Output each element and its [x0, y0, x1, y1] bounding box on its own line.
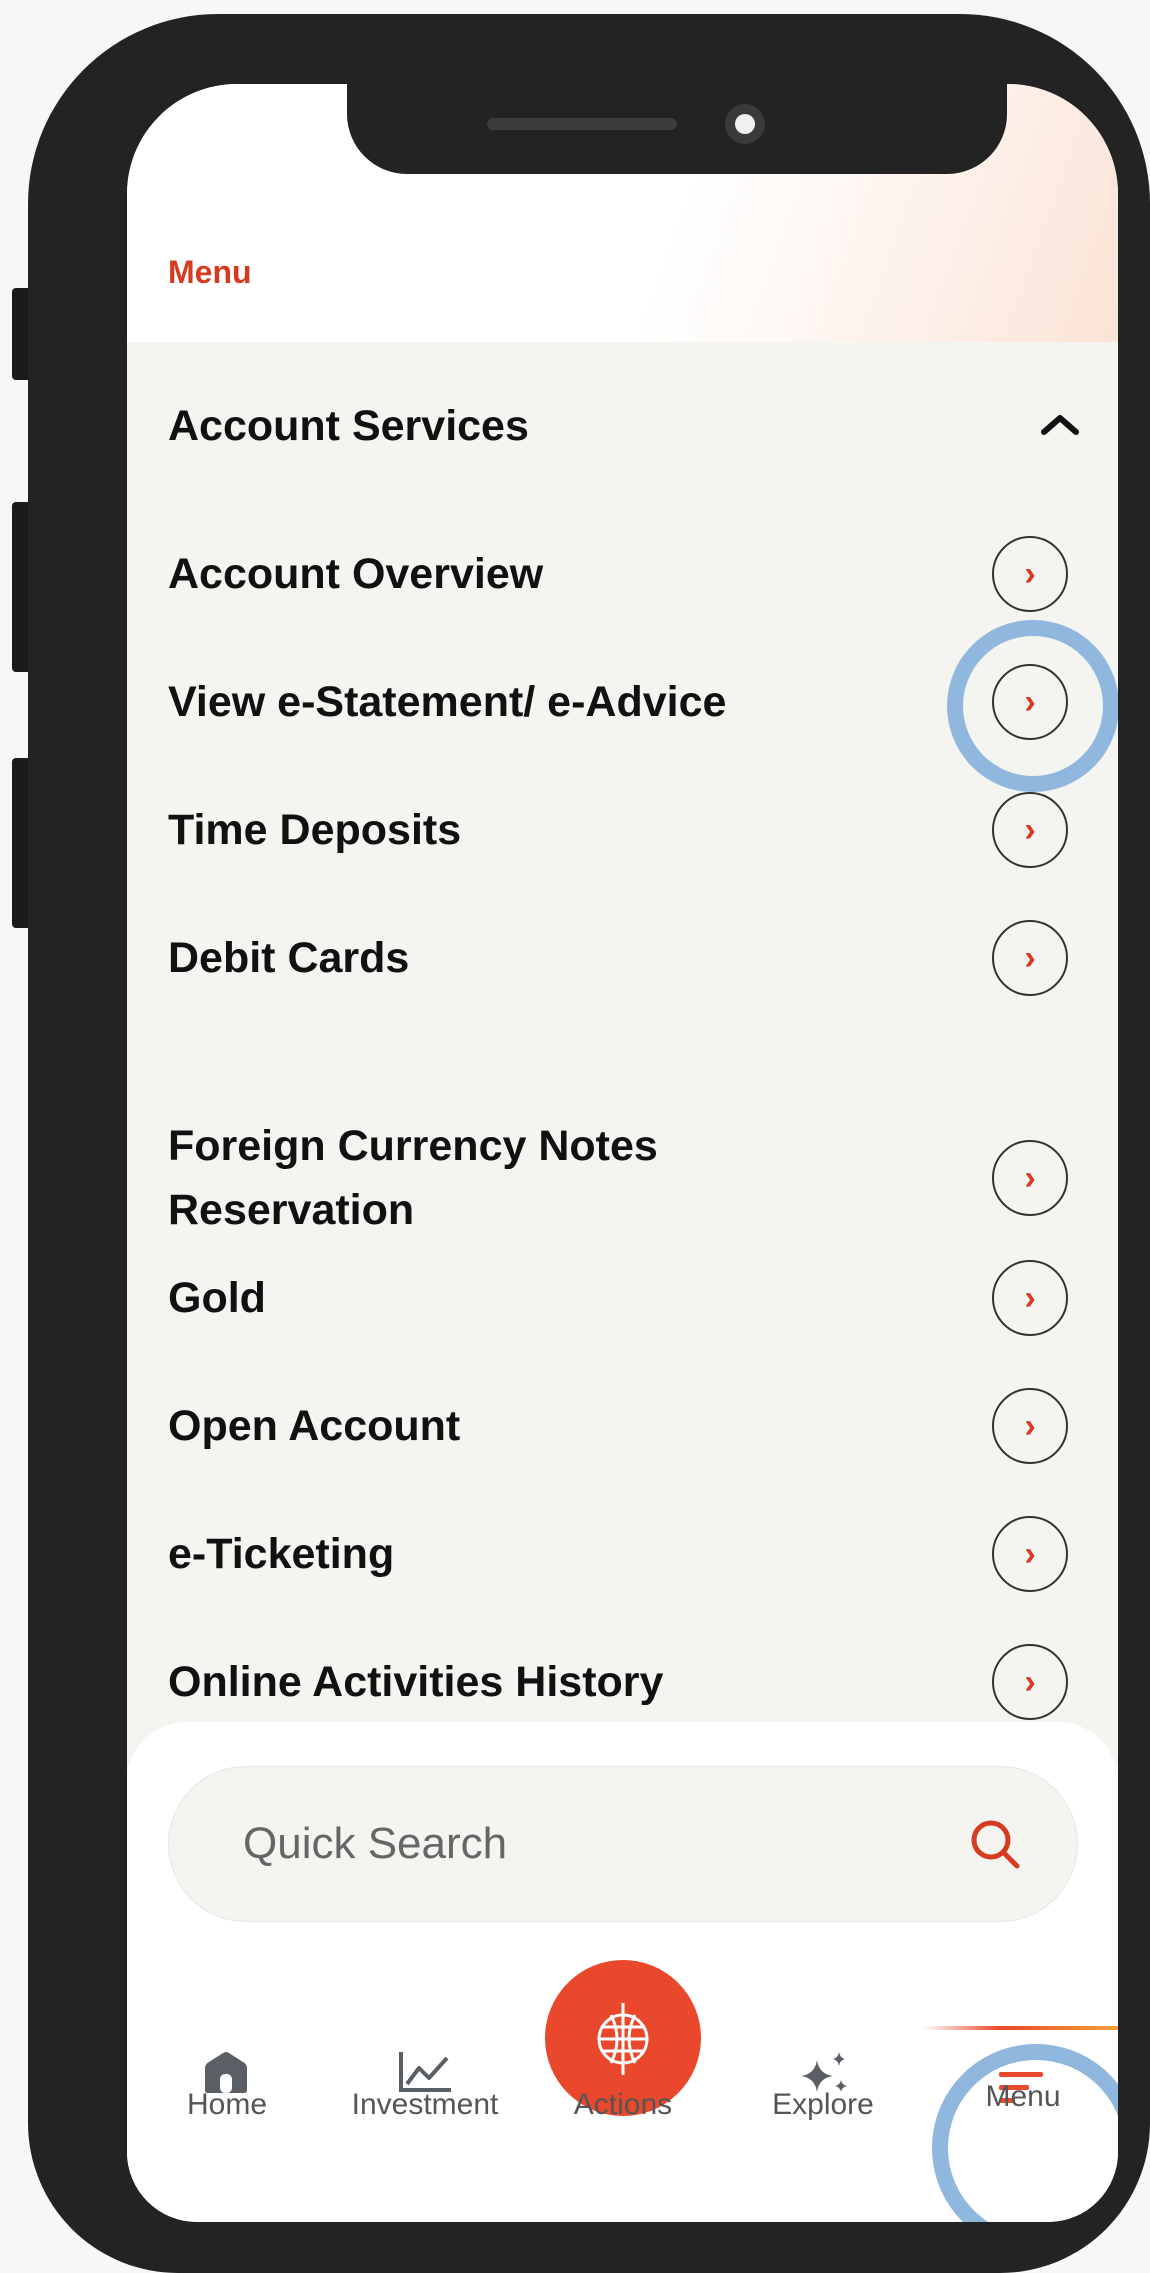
- list-item-label: Open Account: [168, 1402, 461, 1450]
- list-item-foreign-currency-notes[interactable]: Foreign Currency Notes Reservation ›: [168, 1114, 1068, 1242]
- nav-actions[interactable]: Actions: [523, 2088, 723, 2122]
- chevron-right-icon[interactable]: ›: [992, 1260, 1068, 1336]
- list-item-label: e-Ticketing: [168, 1530, 395, 1578]
- chevron-up-glyph: [1041, 415, 1079, 435]
- section-title-account-services: Account Services: [168, 402, 529, 450]
- phone-notch: [347, 84, 1007, 174]
- list-item-label: Time Deposits: [168, 806, 462, 854]
- list-item-label: Online Activities History: [168, 1658, 664, 1706]
- list-item-open-account[interactable]: Open Account ›: [168, 1388, 1068, 1464]
- chevron-right-icon[interactable]: ›: [992, 1644, 1068, 1720]
- camera-icon: [725, 104, 765, 144]
- list-item-label: Debit Cards: [168, 934, 410, 982]
- nav-investment[interactable]: Investment: [325, 2088, 525, 2122]
- chevron-up-icon[interactable]: [1035, 404, 1085, 444]
- list-item-label: Foreign Currency Notes Reservation: [168, 1122, 658, 1234]
- chevron-right-icon[interactable]: ›: [992, 1140, 1068, 1216]
- phone-frame: Menu Account Services Account Overview ›…: [28, 14, 1150, 2273]
- phone-screen: Menu Account Services Account Overview ›…: [127, 84, 1118, 2222]
- speaker-grille: [487, 118, 677, 130]
- list-item-label: Gold: [168, 1274, 266, 1322]
- list-item-time-deposits[interactable]: Time Deposits ›: [168, 792, 1068, 868]
- search-placeholder: Quick Search: [243, 1819, 508, 1868]
- highlight-ring-e-statement: [947, 620, 1118, 792]
- page-title: Menu: [168, 254, 252, 290]
- chevron-right-icon[interactable]: ›: [992, 920, 1068, 996]
- nav-explore[interactable]: Explore: [723, 2088, 923, 2122]
- chevron-right-icon[interactable]: ›: [992, 792, 1068, 868]
- menu-active-indicator: [922, 2026, 1118, 2030]
- list-item-view-e-statement[interactable]: View e-Statement/ e-Advice ›: [168, 664, 1068, 740]
- list-item-label: Account Overview: [168, 550, 544, 598]
- globe-icon: [597, 2003, 649, 2075]
- list-item-e-ticketing[interactable]: e-Ticketing ›: [168, 1516, 1068, 1592]
- list-item-online-activities-history[interactable]: Online Activities History ›: [168, 1644, 1068, 1720]
- list-item-gold[interactable]: Gold ›: [168, 1260, 1068, 1336]
- quick-search-input[interactable]: Quick Search: [168, 1766, 1078, 1922]
- chevron-right-icon[interactable]: ›: [992, 536, 1068, 612]
- search-icon[interactable]: [965, 1814, 1025, 1874]
- list-item-account-overview[interactable]: Account Overview ›: [168, 536, 1068, 612]
- nav-home[interactable]: Home: [127, 2088, 327, 2122]
- chevron-right-icon[interactable]: ›: [992, 1516, 1068, 1592]
- chevron-right-icon[interactable]: ›: [992, 1388, 1068, 1464]
- list-item-debit-cards[interactable]: Debit Cards ›: [168, 920, 1068, 996]
- list-item-label: View e-Statement/ e-Advice: [168, 678, 727, 726]
